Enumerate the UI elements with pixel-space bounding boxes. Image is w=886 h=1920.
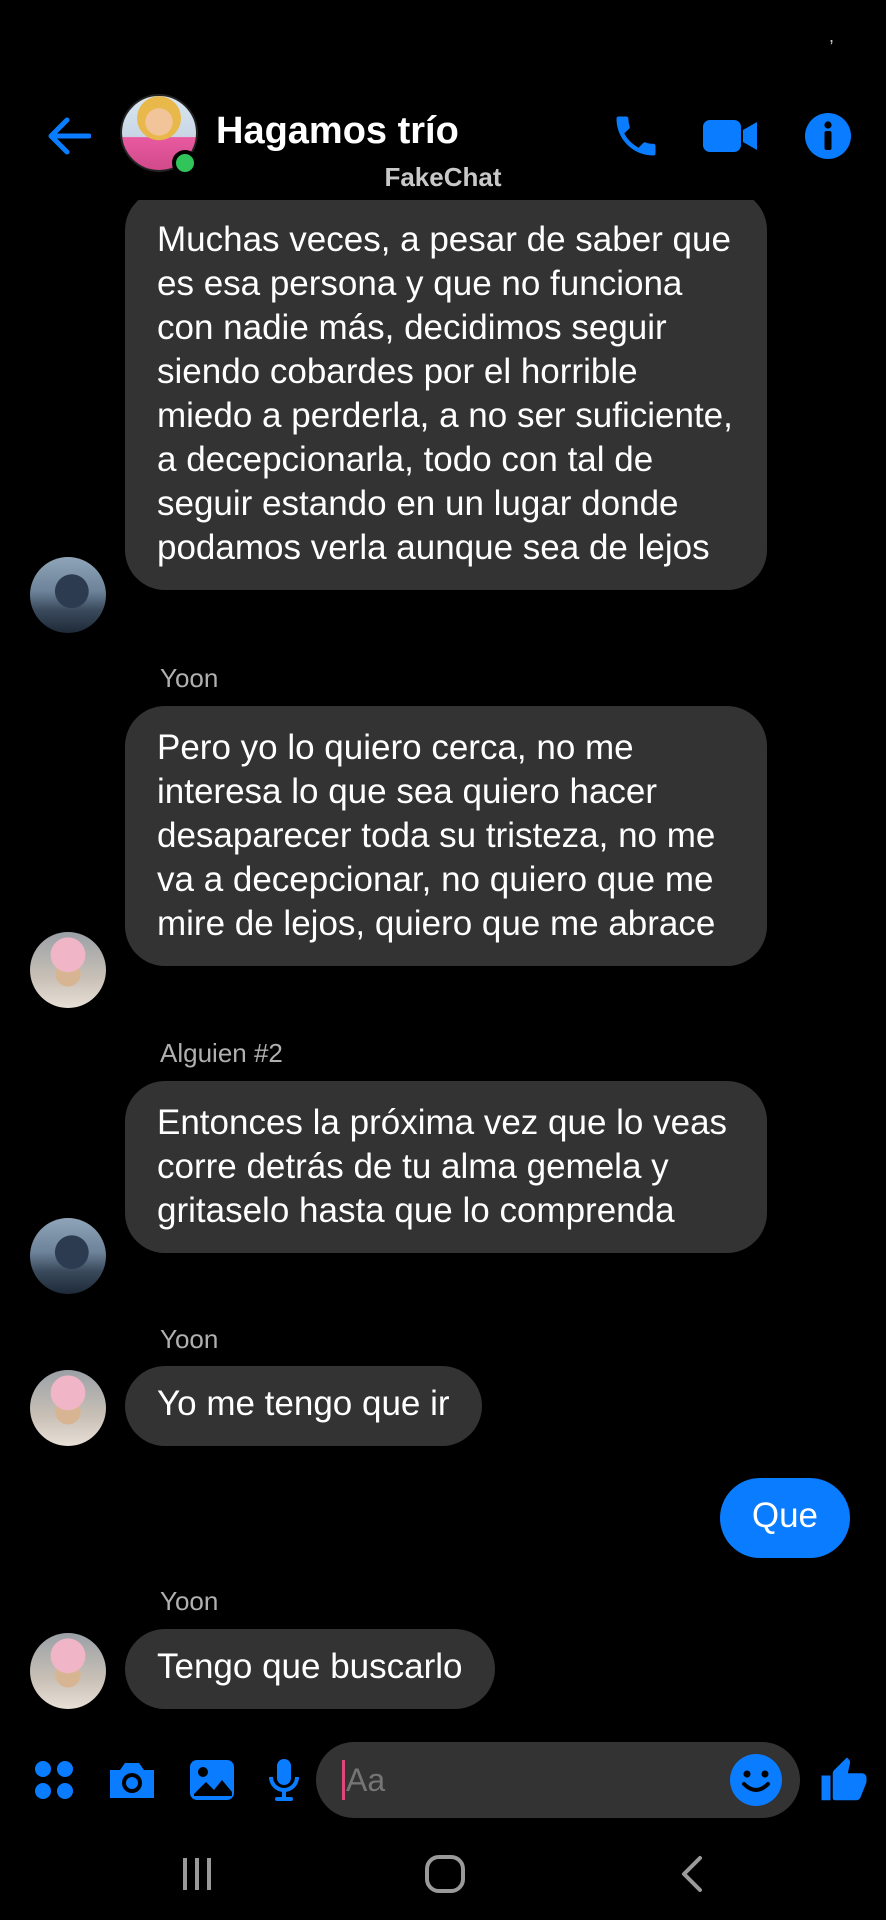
info-icon xyxy=(805,113,851,159)
message-text: Que xyxy=(751,1496,818,1535)
sender-name: Yoon xyxy=(160,1586,219,1616)
sender-avatar[interactable] xyxy=(30,557,106,633)
phone-icon xyxy=(616,116,656,156)
message-text: Muchas veces, a pesar de saber que es es… xyxy=(157,220,733,567)
microphone-icon xyxy=(269,1759,299,1801)
watermark: FakeChat xyxy=(384,162,502,192)
message-bubble[interactable]: Yo me tengo que ir xyxy=(125,1366,482,1446)
system-nav-bar xyxy=(0,1830,886,1920)
video-call-button[interactable] xyxy=(700,106,760,166)
text-caret xyxy=(342,1760,345,1800)
sender-name: Yoon xyxy=(160,1324,219,1354)
message-text: Pero yo lo quiero cerca, no me interesa … xyxy=(157,728,716,943)
apps-button[interactable] xyxy=(26,1752,82,1808)
message-bubble[interactable]: Muchas veces, a pesar de saber que es es… xyxy=(125,200,767,590)
message-text: Yo me tengo que ir xyxy=(157,1384,450,1423)
voice-message-button[interactable] xyxy=(256,1752,312,1808)
message-text: Tengo que buscarlo xyxy=(157,1647,463,1686)
thumbs-up-icon xyxy=(821,1757,867,1801)
sender-avatar[interactable] xyxy=(30,1218,106,1294)
back-arrow-icon xyxy=(48,117,91,155)
message-bubble[interactable]: Pero yo lo quiero cerca, no me interesa … xyxy=(125,706,767,966)
emoji-icon xyxy=(730,1754,782,1806)
camera-icon xyxy=(110,1763,154,1798)
back-button[interactable] xyxy=(40,108,96,164)
home-icon xyxy=(425,1855,465,1893)
chat-header: Hagamos trío FakeChat xyxy=(0,80,886,200)
sender-name: Alguien #2 xyxy=(160,1038,283,1068)
message-bubble[interactable]: Entonces la próxima vez que lo veas corr… xyxy=(125,1081,767,1253)
message-thread[interactable]: Muchas veces, a pesar de saber que es es… xyxy=(0,200,886,1730)
recent-apps-icon xyxy=(183,1858,211,1890)
sender-avatar[interactable] xyxy=(30,1370,106,1446)
message-input[interactable] xyxy=(346,1742,726,1818)
message-input-container[interactable] xyxy=(316,1742,800,1818)
back-nav-button[interactable] xyxy=(656,1844,726,1904)
sender-avatar[interactable] xyxy=(30,932,106,1008)
chat-title[interactable]: Hagamos trío xyxy=(216,110,459,153)
apps-grid-icon xyxy=(35,1761,73,1799)
message-text: Entonces la próxima vez que lo veas corr… xyxy=(157,1103,728,1230)
back-icon xyxy=(682,1856,702,1892)
camera-button[interactable] xyxy=(104,1752,160,1808)
recent-apps-button[interactable] xyxy=(162,1844,232,1904)
sender-name: Yoon xyxy=(160,663,219,693)
gallery-icon xyxy=(190,1760,234,1800)
status-mark: , xyxy=(828,26,834,46)
message-bubble[interactable]: Tengo que buscarlo xyxy=(125,1629,495,1709)
home-button[interactable] xyxy=(410,1844,480,1904)
info-button[interactable] xyxy=(798,106,858,166)
emoji-button[interactable] xyxy=(726,1750,786,1810)
gallery-button[interactable] xyxy=(184,1752,240,1808)
video-camera-icon xyxy=(703,120,757,152)
voice-call-button[interactable] xyxy=(606,106,666,166)
like-button[interactable] xyxy=(814,1752,874,1808)
own-message-bubble[interactable]: Que xyxy=(719,1478,850,1558)
message-composer xyxy=(0,1730,886,1830)
status-bar: , xyxy=(0,0,886,80)
sender-avatar[interactable] xyxy=(30,1633,106,1709)
